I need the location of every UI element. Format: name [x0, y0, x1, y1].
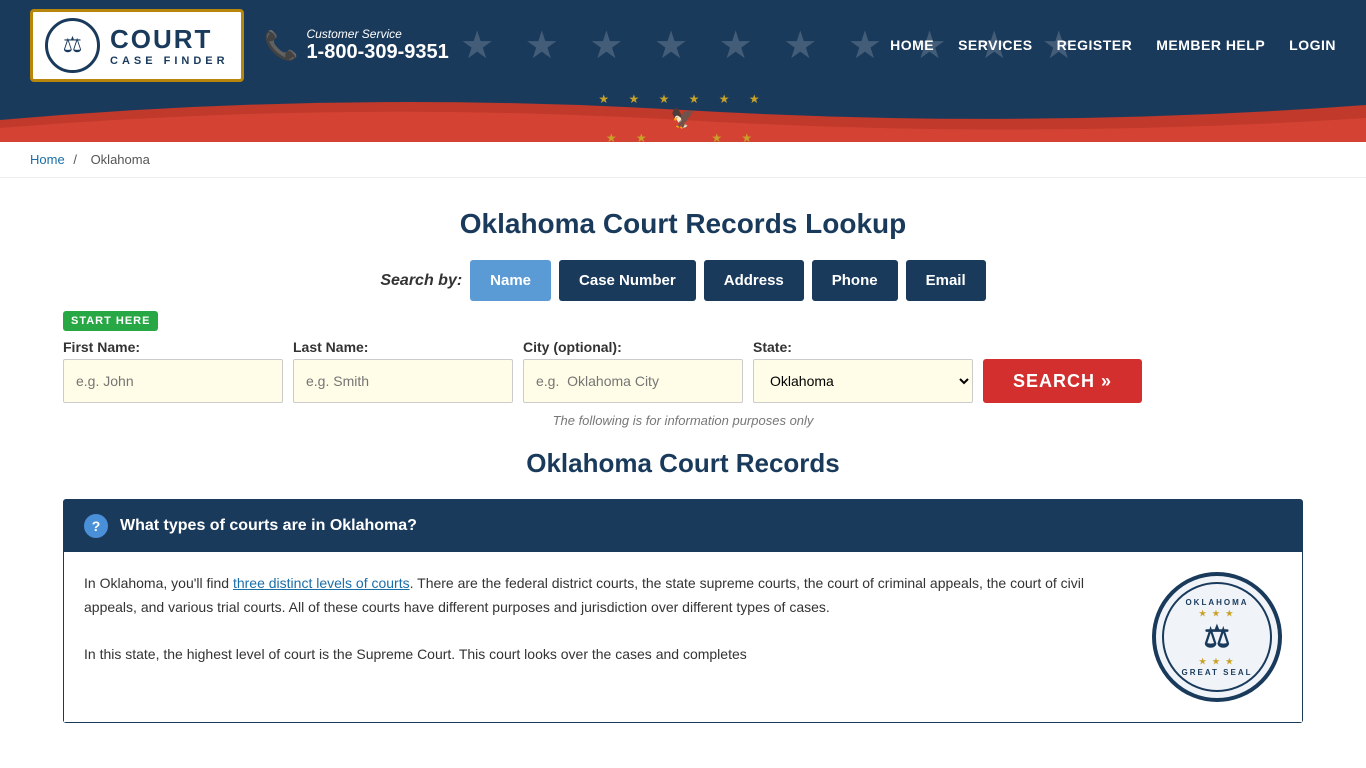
- first-name-group: First Name:: [63, 339, 283, 403]
- faq-link[interactable]: three distinct levels of courts: [233, 575, 410, 591]
- eagle-stars: ★ ★ ★ ★ ★ ★: [598, 92, 767, 106]
- search-button[interactable]: SEARCH »: [983, 359, 1142, 403]
- faq-header[interactable]: ? What types of courts are in Oklahoma?: [64, 500, 1302, 552]
- last-name-label: Last Name:: [293, 339, 513, 355]
- site-header: ⚖ COURT CASE FINDER 📞 Customer Service 1…: [0, 0, 1366, 90]
- first-name-label: First Name:: [63, 339, 283, 355]
- faq-item: ? What types of courts are in Oklahoma? …: [63, 499, 1303, 723]
- city-label: City (optional):: [523, 339, 743, 355]
- breadcrumb-home[interactable]: Home: [30, 152, 65, 167]
- breadcrumb-separator: /: [73, 152, 77, 167]
- search-by-label: Search by:: [380, 272, 462, 290]
- seal-inner: OKLAHOMA ★ ★ ★ ⚖ ★ ★ ★ GREAT SEAL: [1162, 582, 1272, 692]
- last-name-group: Last Name:: [293, 339, 513, 403]
- page-title: Oklahoma Court Records Lookup: [63, 208, 1303, 240]
- faq-body: In Oklahoma, you'll find three distinct …: [64, 552, 1302, 722]
- tab-name[interactable]: Name: [470, 260, 551, 301]
- faq-text: In Oklahoma, you'll find three distinct …: [84, 572, 1132, 667]
- nav-register[interactable]: REGISTER: [1057, 37, 1133, 53]
- state-select[interactable]: Oklahoma: [753, 359, 973, 403]
- phone-icon: 📞: [264, 29, 299, 62]
- info-note: The following is for information purpose…: [63, 413, 1303, 428]
- section-title: Oklahoma Court Records: [63, 448, 1303, 479]
- city-group: City (optional):: [523, 339, 743, 403]
- city-input[interactable]: [523, 359, 743, 403]
- oklahoma-seal: OKLAHOMA ★ ★ ★ ⚖ ★ ★ ★ GREAT SEAL: [1152, 572, 1282, 702]
- tab-address[interactable]: Address: [704, 260, 804, 301]
- nav-home[interactable]: HOME: [890, 37, 934, 53]
- faq-para1: In Oklahoma, you'll find three distinct …: [84, 572, 1132, 620]
- cs-phone: 1-800-309-9351: [306, 41, 448, 64]
- cs-info: Customer Service 1-800-309-9351: [306, 27, 448, 64]
- logo-court-text: COURT: [110, 24, 229, 55]
- faq-para2: In this state, the highest level of cour…: [84, 643, 1132, 667]
- logo-emblem: ⚖: [45, 18, 100, 73]
- search-form: First Name: Last Name: City (optional): …: [63, 339, 1303, 403]
- logo-text: COURT CASE FINDER: [110, 24, 229, 67]
- eagle-stars-bottom: ★ ★ ★ ★: [606, 131, 760, 142]
- eagle-decoration: ★ ★ ★ ★ ★ ★ 🦅 ★ ★ ★ ★: [598, 92, 767, 142]
- nav-services[interactable]: SERVICES: [958, 37, 1033, 53]
- first-name-input[interactable]: [63, 359, 283, 403]
- main-nav: HOME SERVICES REGISTER MEMBER HELP LOGIN: [890, 37, 1336, 53]
- nav-member-help[interactable]: MEMBER HELP: [1156, 37, 1265, 53]
- seal-text-top: OKLAHOMA: [1185, 598, 1248, 607]
- tab-phone[interactable]: Phone: [812, 260, 898, 301]
- breadcrumb-current: Oklahoma: [91, 152, 150, 167]
- faq-question: What types of courts are in Oklahoma?: [120, 517, 417, 535]
- main-content: Oklahoma Court Records Lookup Search by:…: [33, 178, 1333, 743]
- header-left: ⚖ COURT CASE FINDER 📞 Customer Service 1…: [30, 9, 449, 82]
- start-here-badge: START HERE: [63, 311, 1303, 339]
- state-group: State: Oklahoma: [753, 339, 973, 403]
- logo[interactable]: ⚖ COURT CASE FINDER: [30, 9, 244, 82]
- tab-email[interactable]: Email: [906, 260, 986, 301]
- last-name-input[interactable]: [293, 359, 513, 403]
- tab-case-number[interactable]: Case Number: [559, 260, 696, 301]
- breadcrumb: Home / Oklahoma: [0, 142, 1366, 178]
- state-label: State:: [753, 339, 973, 355]
- eagle-icon: 🦅: [671, 106, 696, 131]
- nav-login[interactable]: LOGIN: [1289, 37, 1336, 53]
- search-by-row: Search by: Name Case Number Address Phon…: [63, 260, 1303, 301]
- customer-service: 📞 Customer Service 1-800-309-9351: [264, 27, 449, 64]
- logo-case-finder-text: CASE FINDER: [110, 55, 229, 67]
- seal-stars-bottom: ★ ★ ★: [1199, 657, 1235, 666]
- cs-label: Customer Service: [306, 27, 448, 41]
- seal-stars: ★ ★ ★: [1199, 609, 1235, 618]
- faq-icon: ?: [84, 514, 108, 538]
- red-wave-banner: ★ ★ ★ ★ ★ ★ 🦅 ★ ★ ★ ★: [0, 90, 1366, 142]
- seal-icon: ⚖: [1204, 620, 1231, 655]
